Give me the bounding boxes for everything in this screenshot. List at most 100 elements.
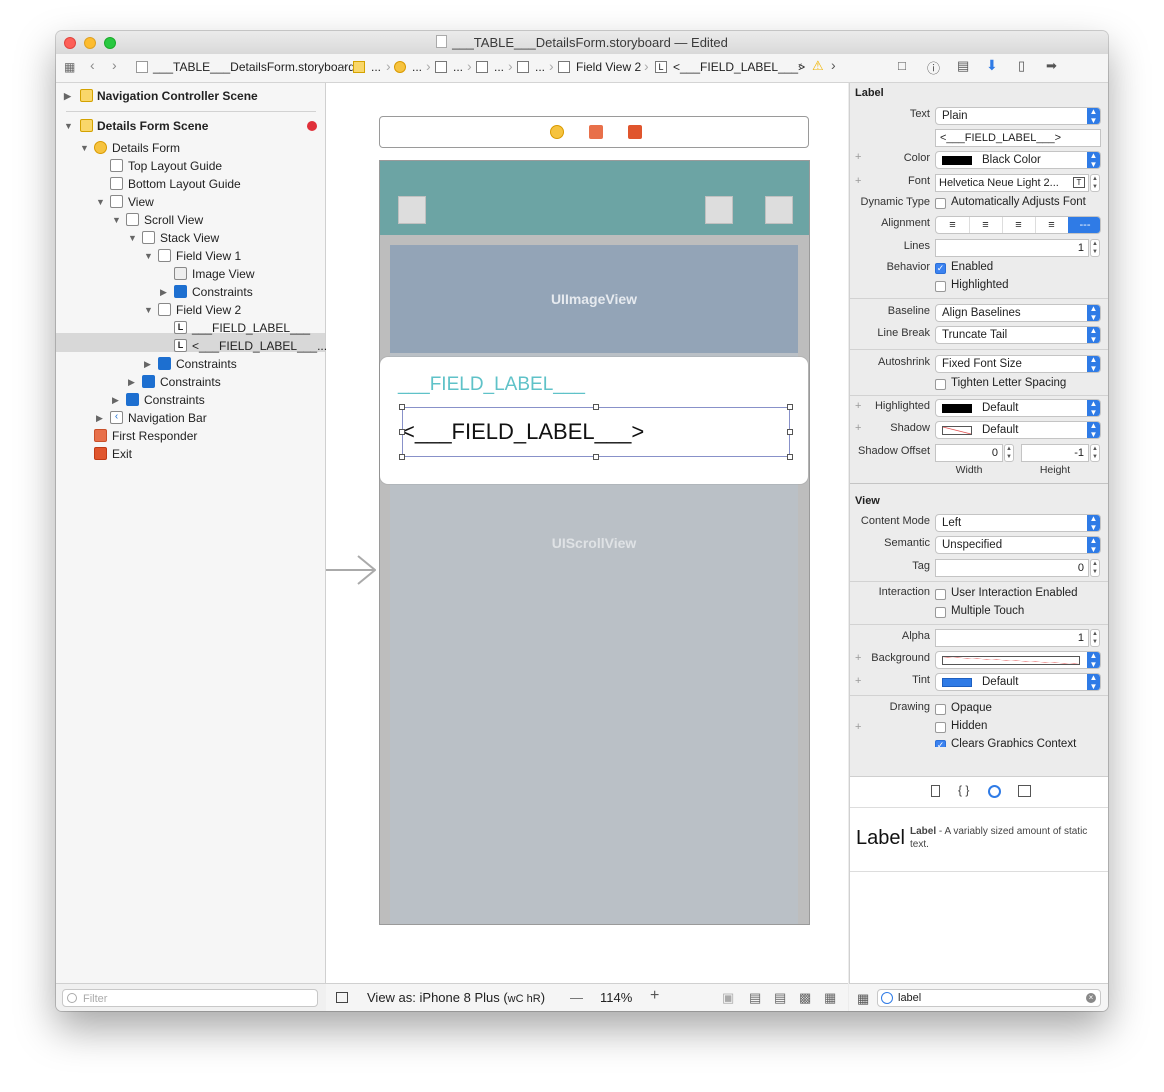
content-mode-popup[interactable]: Left ▲ ▼ [935, 514, 1101, 532]
tint-popup[interactable]: Default ▲ ▼ [935, 673, 1101, 691]
multiple-touch-checkbox[interactable] [935, 607, 946, 618]
disclosure-triangle-icon[interactable]: ▶ [64, 87, 71, 105]
highlighted-color-popup[interactable]: Default ▲ ▼ [935, 399, 1101, 417]
grid-view-icon[interactable]: ▦ [857, 991, 869, 1007]
align-natural-icon[interactable]: --- [1068, 217, 1100, 233]
disclosure-triangle-icon[interactable]: ▶ [128, 373, 135, 391]
zoom-in-button[interactable]: + [650, 987, 659, 1005]
disclosure-triangle-icon[interactable]: ▼ [80, 139, 89, 157]
connections-inspector-icon[interactable]: ➡ [1046, 58, 1057, 74]
field-value-label[interactable]: <___FIELD_LABEL___> [402, 419, 644, 445]
file-template-icon[interactable] [931, 785, 940, 797]
align-right-icon[interactable]: ≡ [1002, 217, 1036, 233]
lines-field[interactable]: 1 [935, 239, 1089, 257]
outline-row-details-form-scene[interactable]: ▼ Details Form Scene [64, 117, 319, 135]
breadcrumb-scroll-view[interactable]: ... [494, 60, 504, 74]
left-bar-button[interactable] [398, 196, 426, 224]
shadow-width-stepper[interactable]: ▲ ▼ [1004, 444, 1014, 462]
resize-handle[interactable] [787, 454, 793, 460]
opaque-checkbox[interactable] [935, 704, 946, 715]
lines-stepper[interactable]: ▲ ▼ [1090, 239, 1100, 257]
alpha-field[interactable]: 1 [935, 629, 1089, 647]
resize-handle[interactable] [787, 429, 793, 435]
align-center-icon[interactable]: ≡ [969, 217, 1003, 233]
related-items-icon[interactable]: ▦ [64, 60, 75, 74]
back-arrow-icon[interactable]: ‹ [90, 57, 95, 73]
resize-handle[interactable] [399, 404, 405, 410]
disclosure-triangle-icon[interactable]: ▶ [112, 391, 119, 409]
align-icon[interactable]: ▤ [774, 990, 786, 1006]
breadcrumb-controller[interactable]: ... [412, 60, 422, 74]
shadow-height-field[interactable]: -1 [1021, 444, 1089, 462]
disclosure-triangle-icon[interactable]: ▼ [96, 193, 105, 211]
disclosure-triangle-icon[interactable]: ▼ [128, 229, 137, 247]
file-inspector-icon[interactable]: □ [898, 58, 906, 73]
library-search-input[interactable]: label × [877, 989, 1101, 1007]
disclosure-triangle-icon[interactable]: ▼ [144, 301, 153, 319]
highlighted-checkbox[interactable] [935, 281, 946, 292]
field-label[interactable]: ___FIELD_LABEL___ [398, 374, 585, 396]
embed-in-stack-icon[interactable]: ▤ [749, 990, 761, 1006]
breadcrumb-stack-view[interactable]: ... [535, 60, 545, 74]
view-as-button[interactable]: View as: iPhone 8 Plus (wC hR) [367, 990, 545, 1005]
next-issue-icon[interactable]: › [831, 57, 836, 73]
color-popup[interactable]: Black Color ▲ ▼ [935, 151, 1101, 169]
resize-handle[interactable] [399, 429, 405, 435]
zoom-level[interactable]: 114% [600, 990, 632, 1005]
error-badge-icon[interactable] [307, 121, 317, 131]
tag-stepper[interactable]: ▲ ▼ [1090, 559, 1100, 577]
semantic-popup[interactable]: Unspecified ▲ ▼ [935, 536, 1101, 554]
clear-search-icon[interactable]: × [1086, 993, 1096, 1003]
library-item-label[interactable]: Label Label - A variably sized amount of… [850, 809, 1108, 872]
disclosure-triangle-icon[interactable]: ▼ [64, 117, 73, 135]
breadcrumb-field-view[interactable]: Field View 2 [576, 60, 641, 74]
baseline-popup[interactable]: Align Baselines ▲ ▼ [935, 304, 1101, 322]
filter-input[interactable]: Filter [62, 989, 318, 1007]
navigation-bar[interactable] [380, 161, 809, 235]
hidden-checkbox[interactable] [935, 722, 946, 733]
enabled-checkbox[interactable]: ✓ [935, 263, 946, 274]
storyboard-canvas[interactable]: UIImageView ___FIELD_LABEL___ <___FIELD_… [326, 83, 848, 983]
user-interaction-checkbox[interactable] [935, 589, 946, 600]
resize-handle[interactable] [787, 404, 793, 410]
resize-handle[interactable] [593, 404, 599, 410]
breadcrumb-label[interactable]: <___FIELD_LABEL___> [673, 60, 805, 74]
plus-icon[interactable]: + [855, 721, 861, 733]
align-left-icon[interactable]: ≡ [936, 217, 970, 233]
dynamic-type-checkbox[interactable] [935, 198, 946, 209]
disclosure-triangle-icon[interactable]: ▶ [144, 355, 151, 373]
media-library-icon[interactable] [1018, 785, 1031, 797]
alignment-segmented-control[interactable]: ≡ ≡ ≡ ≡ --- [935, 216, 1101, 234]
shadow-width-field[interactable]: 0 [935, 444, 1003, 462]
scroll-view[interactable]: UIImageView ___FIELD_LABEL___ <___FIELD_… [380, 245, 808, 924]
font-size-stepper[interactable]: ▲ ▼ [1090, 174, 1100, 192]
identity-inspector-icon[interactable]: ▤ [957, 58, 969, 74]
align-justified-icon[interactable]: ≡ [1035, 217, 1069, 233]
quick-help-icon[interactable]: ⓘ [927, 58, 940, 77]
previous-issue-icon[interactable]: ‹ [798, 57, 803, 73]
zoom-out-button[interactable]: — [570, 990, 583, 1005]
background-popup[interactable]: ▲ ▼ [935, 651, 1101, 669]
image-view[interactable]: UIImageView [390, 245, 798, 353]
text-content-field[interactable]: <___FIELD_LABEL___> [935, 129, 1101, 147]
view-controller-icon[interactable] [550, 125, 564, 139]
breadcrumb-scene[interactable]: ... [371, 60, 381, 74]
alpha-stepper[interactable]: ▲ ▼ [1090, 629, 1100, 647]
breadcrumb-view[interactable]: ... [453, 60, 463, 74]
breadcrumb-file[interactable]: ___TABLE___DetailsForm.storyboard [153, 60, 355, 74]
field-view-2[interactable]: ___FIELD_LABEL___ <___FIELD_LABEL___> [380, 357, 808, 484]
tighten-checkbox[interactable] [935, 379, 946, 390]
text-type-popup[interactable]: Plain ▲ ▼ [935, 107, 1101, 125]
warning-icon[interactable]: ⚠ [812, 58, 824, 74]
right-bar-button-2[interactable] [765, 196, 793, 224]
object-library-icon[interactable] [988, 785, 1001, 798]
clears-checkbox[interactable]: ✓ [935, 740, 946, 747]
right-bar-button-1[interactable] [705, 196, 733, 224]
toggle-outline-icon[interactable] [336, 992, 348, 1003]
resize-handle[interactable] [593, 454, 599, 460]
font-field[interactable]: Helvetica Neue Light 2... T [935, 174, 1089, 192]
shadow-popup[interactable]: Default ▲ ▼ [935, 421, 1101, 439]
add-constraints-icon[interactable]: ▩ [799, 990, 811, 1006]
shadow-height-stepper[interactable]: ▲ ▼ [1090, 444, 1100, 462]
update-frames-icon[interactable]: ▣ [722, 990, 734, 1006]
